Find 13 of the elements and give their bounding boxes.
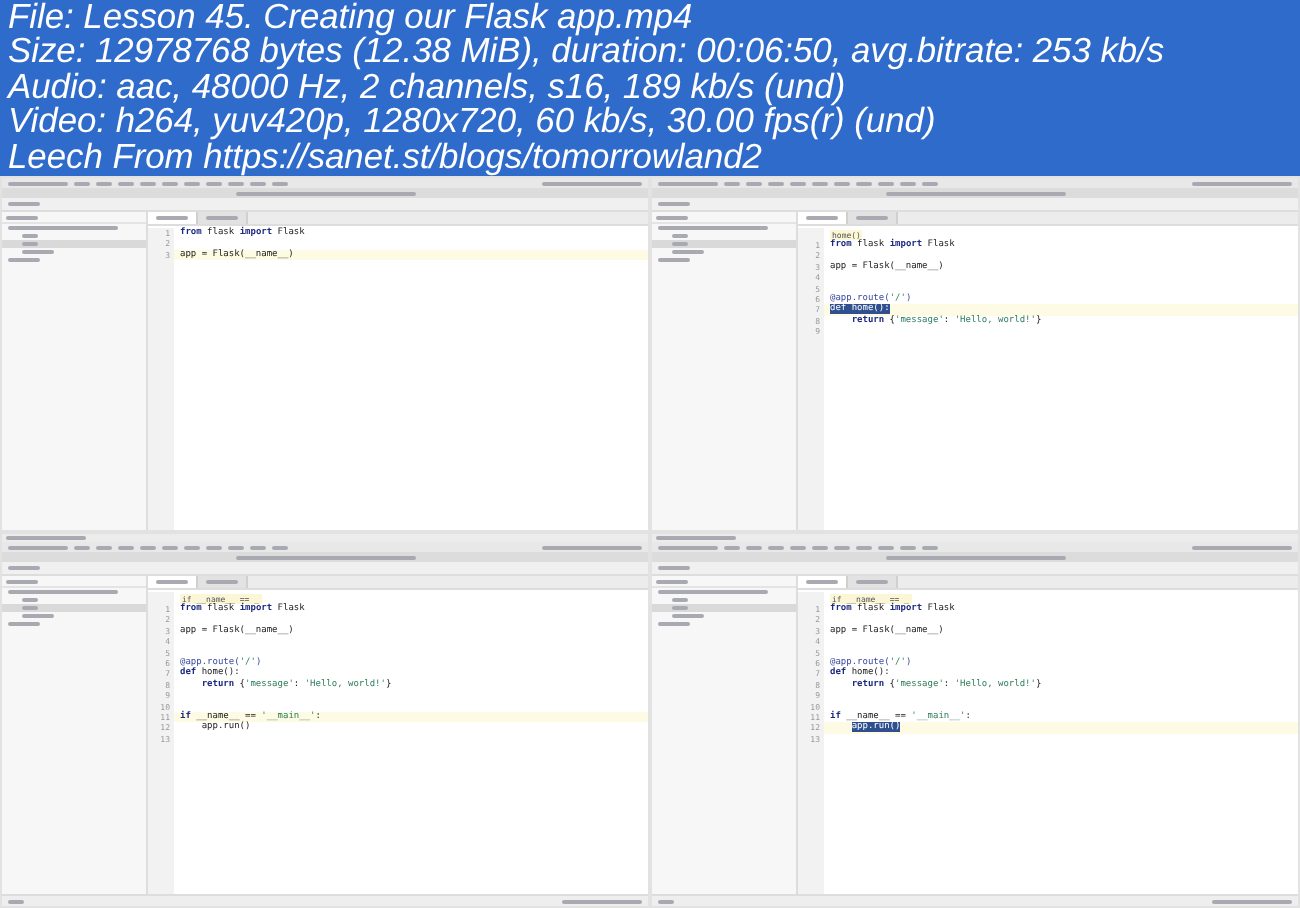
editor-tab[interactable] bbox=[198, 212, 248, 224]
editor-tab[interactable] bbox=[148, 576, 198, 588]
info-line: File: Lesson 45. Creating our Flask app.mp4 bbox=[8, 0, 693, 35]
info-line: Size: 12978768 bytes (12.38 MiB), duration: 00:06:50, avg.bitrate: 253 kb/s bbox=[8, 34, 1165, 70]
editor-tab[interactable] bbox=[848, 212, 898, 224]
editor-tab[interactable] bbox=[848, 576, 898, 588]
editor-tab[interactable] bbox=[148, 212, 198, 224]
editor-tab[interactable] bbox=[798, 212, 848, 224]
info-line: Leech From https://sanet.st/blogs/tomorrowland2 bbox=[8, 139, 762, 175]
info-line: Audio: aac, 48000 Hz, 2 channels, s16, 189 kb/s (und) bbox=[8, 69, 846, 105]
info-line: Video: h264, yuv420p, 1280x720, 60 kb/s, 30.00 fps(r) (und) bbox=[8, 104, 936, 140]
editor-tab[interactable] bbox=[798, 576, 848, 588]
editor-tab[interactable] bbox=[198, 576, 248, 588]
